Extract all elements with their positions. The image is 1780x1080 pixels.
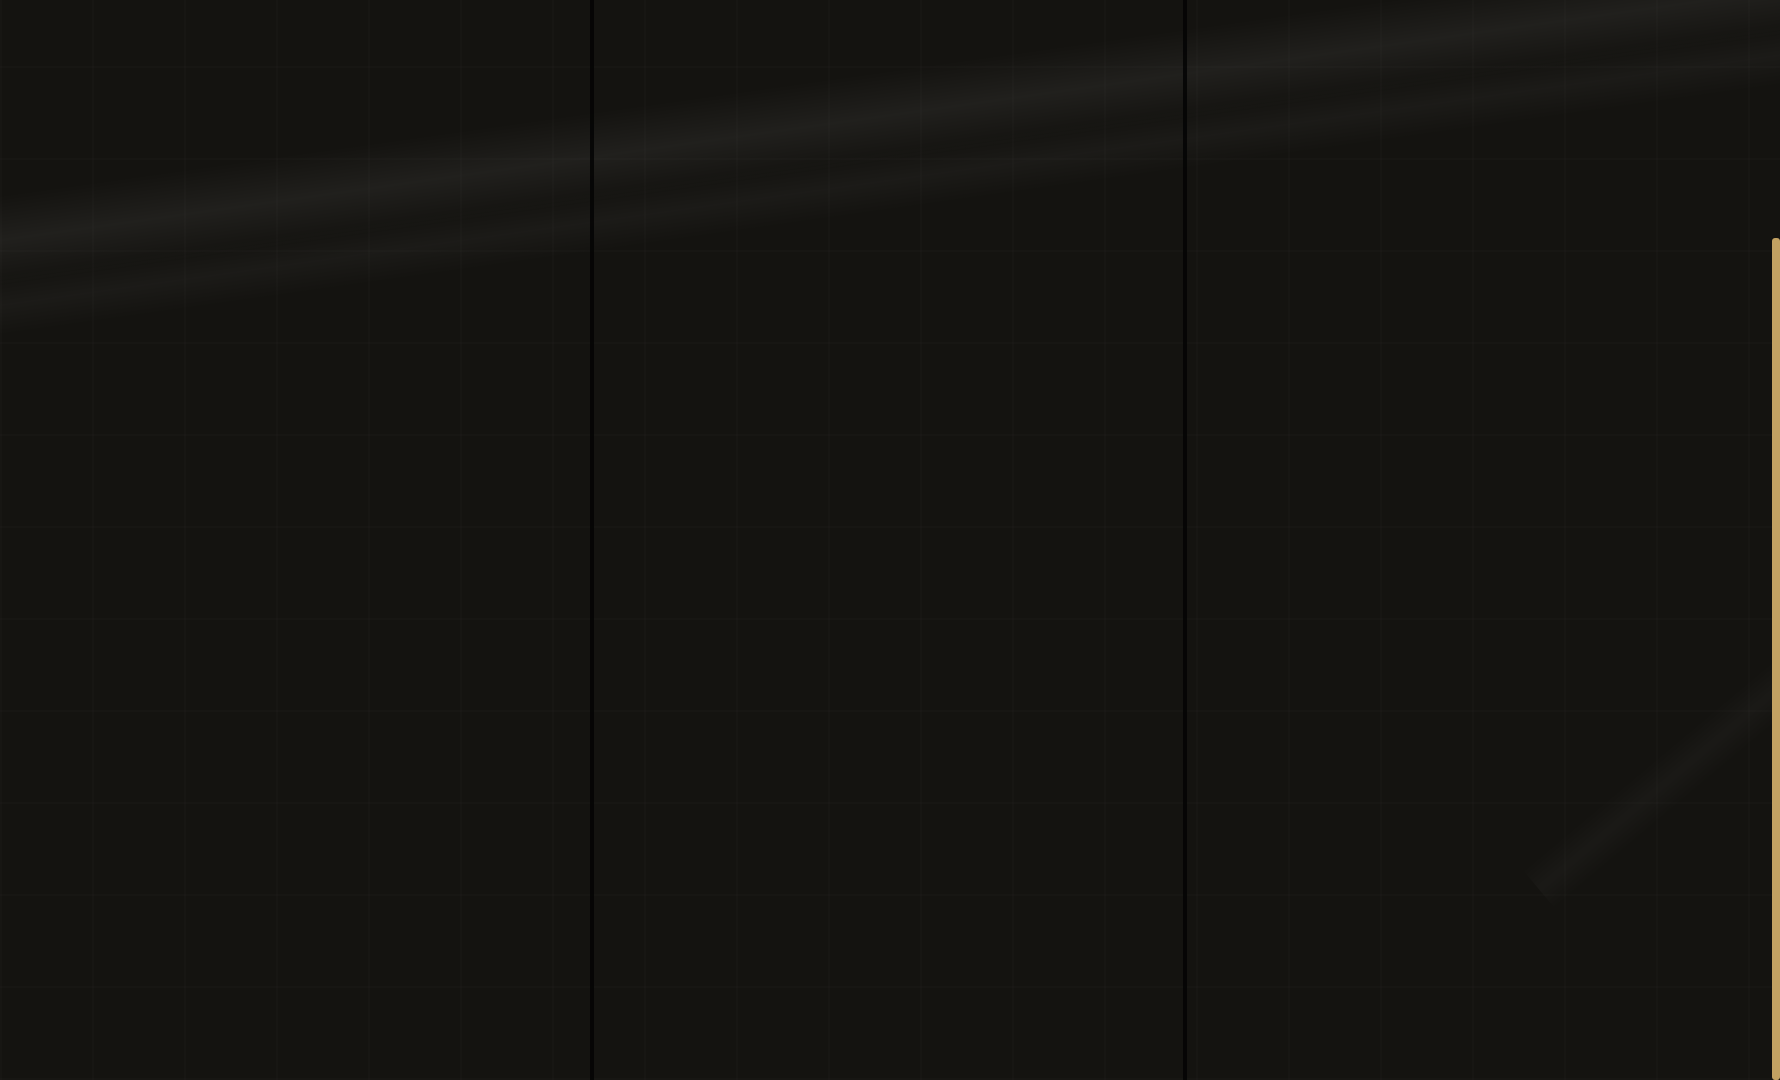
- page-edge-strip: [1772, 238, 1780, 1080]
- wifi-analyzer-panel: [0, 0, 593, 1080]
- wifi-analyzer-collage: [0, 0, 1780, 1080]
- glare-streak: [1523, 382, 1780, 909]
- panel-gap: [1183, 0, 1187, 1080]
- panel-gap: [590, 0, 594, 1080]
